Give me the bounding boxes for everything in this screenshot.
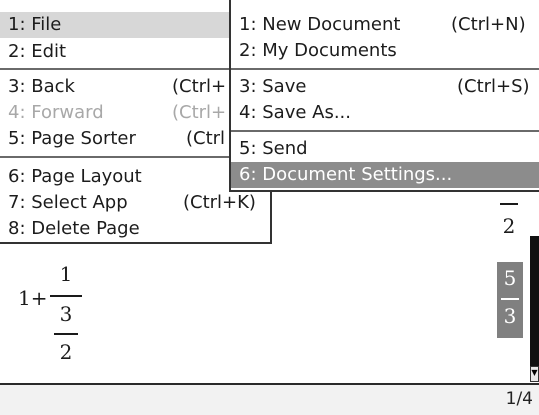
side-fraction-denominator: 2 bbox=[502, 214, 516, 238]
scrollbar[interactable] bbox=[530, 236, 539, 368]
menu-item-save-as[interactable]: 4: Save As... bbox=[231, 100, 539, 126]
outer-numerator: 1 bbox=[59, 262, 73, 286]
outer-fraction-bar bbox=[50, 295, 82, 297]
menu-divider bbox=[231, 68, 539, 70]
menu-item-delete-page[interactable]: 8: Delete Page bbox=[0, 216, 270, 242]
shortcut-label: (Ctrl+ bbox=[172, 76, 227, 97]
status-bar: 1/4 bbox=[0, 383, 539, 415]
inner-fraction-bar bbox=[54, 333, 78, 335]
menu-item-my-documents[interactable]: 2: My Documents bbox=[231, 38, 539, 64]
inner-denominator: 2 bbox=[59, 340, 73, 364]
page-indicator: 1/4 bbox=[505, 389, 533, 409]
shortcut-label: (Ctrl bbox=[186, 128, 226, 149]
expression-whole-part: 1+ bbox=[18, 286, 48, 310]
shortcut-label: (Ctrl+ bbox=[172, 102, 227, 123]
result-fraction-bar bbox=[501, 298, 519, 300]
inner-numerator: 3 bbox=[59, 302, 73, 326]
menu-item-document-settings[interactable]: 6: Document Settings... bbox=[231, 162, 539, 188]
menu-divider bbox=[231, 130, 539, 132]
side-fraction-bar bbox=[500, 203, 518, 205]
shortcut-label: (Ctrl+N) bbox=[451, 14, 526, 35]
shortcut-label: (Ctrl+S) bbox=[457, 76, 530, 97]
chevron-down-icon[interactable]: ▼ bbox=[530, 366, 539, 382]
result-denominator: 3 bbox=[503, 304, 517, 328]
result-numerator: 5 bbox=[503, 266, 517, 290]
menu-item-select-app[interactable]: 7: Select App (Ctrl+K) bbox=[0, 190, 270, 216]
menu-item-send[interactable]: 5: Send bbox=[231, 136, 539, 162]
menu-item-save[interactable]: 3: Save (Ctrl+S) bbox=[231, 74, 539, 100]
file-submenu: 1: New Document (Ctrl+N) 2: My Documents… bbox=[229, 0, 539, 192]
shortcut-label: (Ctrl+K) bbox=[183, 192, 256, 213]
menu-item-new-document[interactable]: 1: New Document (Ctrl+N) bbox=[231, 12, 539, 38]
result-highlight[interactable]: 5 3 bbox=[497, 262, 523, 338]
